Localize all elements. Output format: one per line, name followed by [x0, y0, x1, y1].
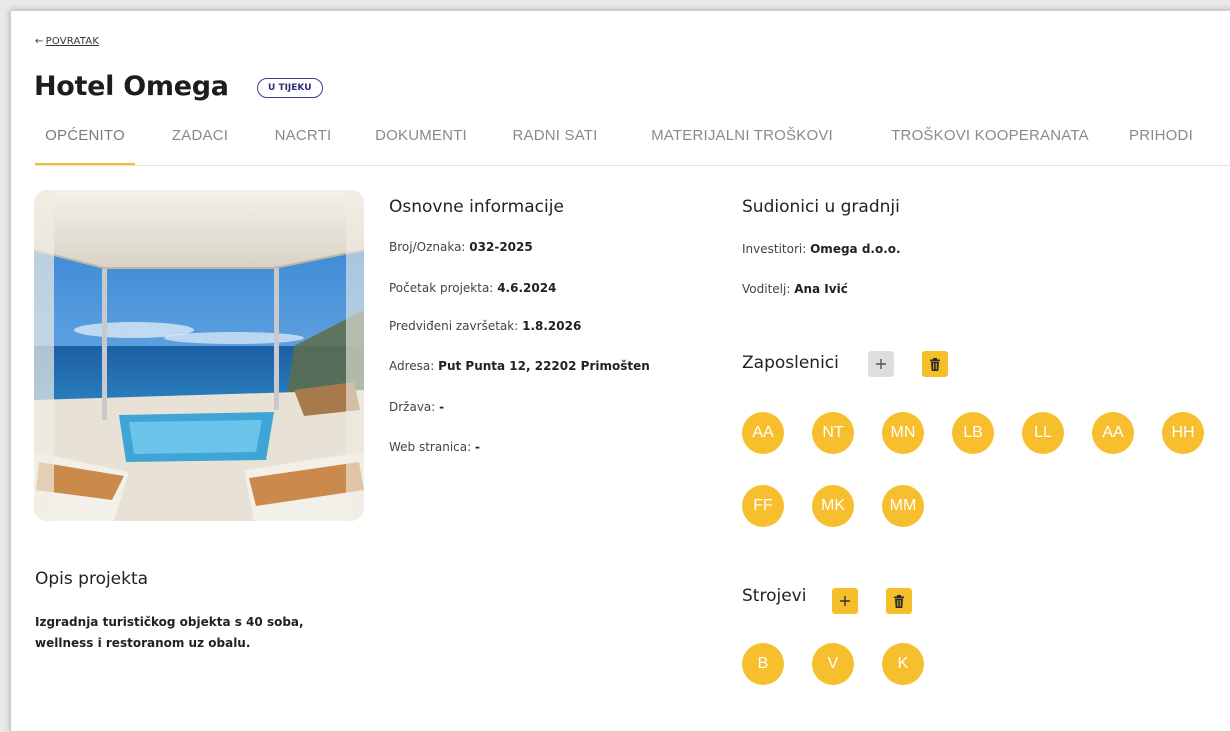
info-address-value: Put Punta 12, 22202 Primošten: [438, 359, 650, 373]
arrow-left-icon: ←: [35, 36, 44, 47]
employee-avatar[interactable]: MN: [882, 412, 924, 454]
machines-title: Strojevi: [742, 586, 807, 606]
manager: Voditelj: Ana Ivić: [742, 282, 848, 296]
info-end: Predviđeni završetak: 1.8.2026: [389, 319, 581, 333]
tab-work-hours[interactable]: RADNI SATI: [501, 127, 609, 163]
employee-avatar[interactable]: MK: [812, 485, 854, 527]
info-country: Država: -: [389, 400, 444, 414]
project-image: [34, 190, 364, 521]
manager-label: Voditelj:: [742, 282, 791, 296]
description-title: Opis projekta: [35, 569, 149, 589]
add-machine-button[interactable]: [832, 588, 858, 614]
back-link-label: POVRATAK: [45, 36, 100, 47]
info-website: Web stranica: -: [389, 440, 480, 454]
employee-avatar[interactable]: HH: [1162, 412, 1204, 454]
info-start: Početak projekta: 4.6.2024: [389, 281, 556, 295]
delete-employee-button[interactable]: [922, 351, 948, 377]
employee-avatar[interactable]: AA: [1092, 412, 1134, 454]
trash-icon: [894, 594, 904, 608]
participants-title: Sudionici u gradnji: [742, 197, 900, 217]
trash-icon: [930, 357, 940, 371]
tab-income[interactable]: PRIHODI: [1121, 127, 1201, 163]
info-number-label: Broj/Oznaka:: [389, 240, 466, 254]
tab-bar: OPĆENITO ZADACI NACRTI DOKUMENTI RADNI S…: [35, 127, 1230, 166]
plus-icon: [876, 359, 886, 369]
employee-avatar[interactable]: FF: [742, 485, 784, 527]
tab-tasks[interactable]: ZADACI: [159, 127, 241, 163]
employee-avatar[interactable]: AA: [742, 412, 784, 454]
info-number: Broj/Oznaka: 032-2025: [389, 240, 533, 254]
main-panel: ← POVRATAK Hotel Omega U TIJEKU OPĆENITO …: [10, 10, 1230, 732]
info-country-label: Država:: [389, 400, 436, 414]
tab-subcontractor-costs[interactable]: TROŠKOVI KOOPERANATA: [875, 127, 1105, 163]
add-employee-button[interactable]: [868, 351, 894, 377]
info-end-label: Predviđeni završetak:: [389, 319, 519, 333]
info-start-value: 4.6.2024: [497, 281, 557, 295]
machine-avatar[interactable]: B: [742, 643, 784, 685]
info-address: Adresa: Put Punta 12, 22202 Primošten: [389, 359, 650, 373]
manager-value: Ana Ivić: [794, 282, 848, 296]
info-website-label: Web stranica:: [389, 440, 472, 454]
plus-icon: [840, 596, 850, 606]
description-text: Izgradnja turističkog objekta s 40 soba,…: [35, 615, 304, 650]
employee-avatar[interactable]: MM: [882, 485, 924, 527]
back-link[interactable]: ← POVRATAK: [35, 36, 99, 47]
page-title: Hotel Omega: [34, 71, 229, 102]
info-website-value: -: [474, 440, 480, 454]
machine-avatar[interactable]: K: [882, 643, 924, 685]
status-badge: U TIJEKU: [257, 78, 323, 98]
info-address-label: Adresa:: [389, 359, 435, 373]
info-number-value: 032-2025: [469, 240, 533, 254]
investors-label: Investitori:: [742, 242, 807, 256]
employee-avatar[interactable]: LL: [1022, 412, 1064, 454]
project-photo: [34, 190, 364, 521]
delete-machine-button[interactable]: [886, 588, 912, 614]
tab-material-costs[interactable]: MATERIJALNI TROŠKOVI: [635, 127, 849, 163]
info-end-value: 1.8.2026: [522, 319, 582, 333]
investors-value: Omega d.o.o.: [810, 242, 901, 256]
info-country-value: -: [439, 400, 445, 414]
info-start-label: Početak projekta:: [389, 281, 494, 295]
machine-avatar[interactable]: V: [812, 643, 854, 685]
employee-avatar[interactable]: LB: [952, 412, 994, 454]
employee-avatar[interactable]: NT: [812, 412, 854, 454]
basic-info-title: Osnovne informacije: [389, 197, 564, 217]
investors: Investitori: Omega d.o.o.: [742, 242, 901, 256]
tab-documents[interactable]: DOKUMENTI: [365, 127, 477, 163]
tab-plans[interactable]: NACRTI: [263, 127, 343, 163]
tab-general[interactable]: OPĆENITO: [35, 127, 135, 165]
employees-title: Zaposlenici: [742, 353, 839, 373]
